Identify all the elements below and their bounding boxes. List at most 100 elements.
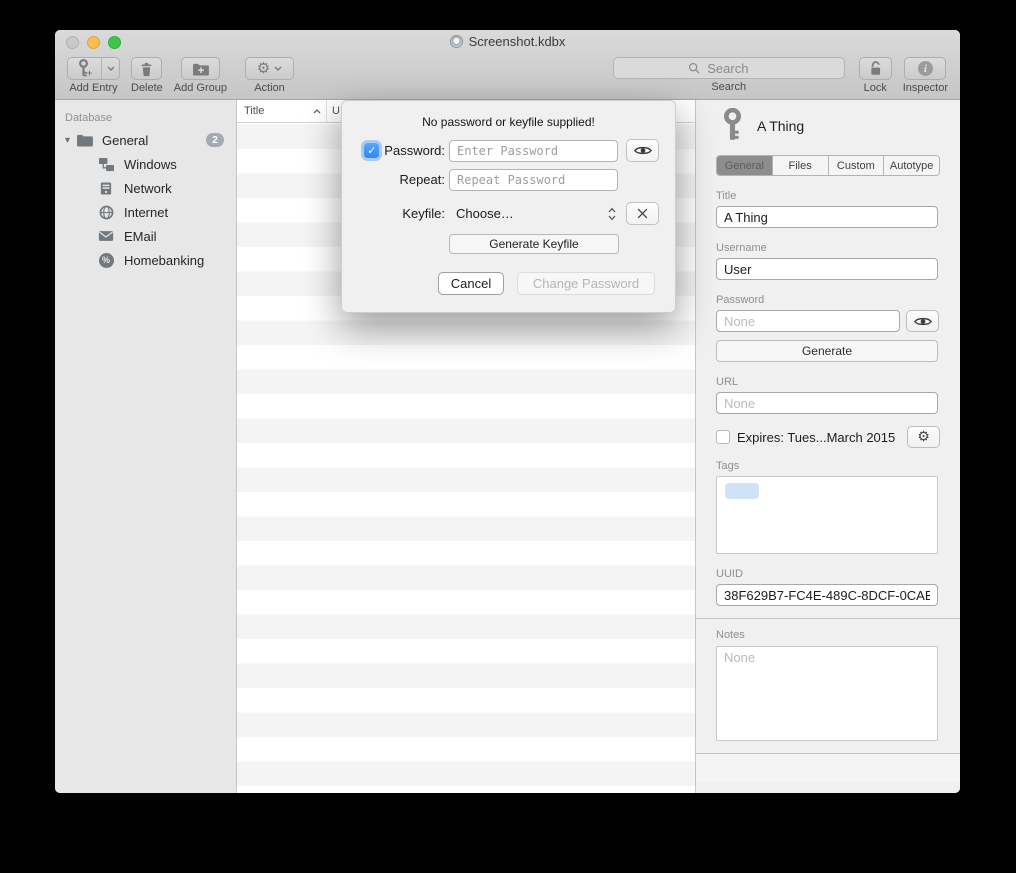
title-field[interactable] bbox=[716, 206, 938, 228]
clear-keyfile-button[interactable] bbox=[626, 202, 659, 225]
tag-token[interactable] bbox=[725, 483, 759, 499]
change-password-button[interactable]: Change Password bbox=[517, 272, 655, 295]
action-button[interactable]: ⚙ bbox=[245, 57, 294, 80]
dialog-message: No password or keyfile supplied! bbox=[342, 115, 675, 129]
sidebar-item-internet[interactable]: Internet bbox=[55, 200, 236, 224]
window-title-area: Screenshot.kdbx bbox=[55, 34, 960, 49]
sidebar-section-header: Database bbox=[55, 100, 236, 128]
lock-open-icon bbox=[868, 60, 883, 77]
expires-settings-button[interactable]: ⚙ bbox=[907, 426, 940, 448]
lock-button[interactable] bbox=[859, 57, 892, 80]
dialog-password-row: ✓ Password: bbox=[342, 139, 675, 162]
chevron-down-icon bbox=[107, 66, 115, 71]
tab-custom[interactable]: Custom bbox=[829, 156, 885, 175]
windows-network-icon bbox=[97, 156, 115, 172]
eye-icon bbox=[914, 316, 932, 327]
stepper-icon bbox=[608, 207, 616, 221]
password-field-label: Password bbox=[716, 294, 940, 306]
show-password-button[interactable] bbox=[626, 139, 659, 162]
delete-label: Delete bbox=[131, 82, 163, 94]
expires-checkbox[interactable] bbox=[716, 430, 730, 444]
uuid-field[interactable] bbox=[716, 584, 938, 606]
inspector-label: Inspector bbox=[903, 82, 948, 94]
generate-keyfile-button[interactable]: Generate Keyfile bbox=[449, 234, 619, 254]
repeat-password-input[interactable] bbox=[449, 169, 618, 191]
sidebar-item-email[interactable]: EMail bbox=[55, 224, 236, 248]
search-label: Search bbox=[711, 81, 746, 93]
url-field[interactable] bbox=[716, 392, 938, 414]
eye-icon bbox=[634, 145, 652, 156]
inspector-button[interactable]: i bbox=[904, 57, 946, 80]
username-field[interactable] bbox=[716, 258, 938, 280]
password-field[interactable] bbox=[716, 310, 900, 332]
key-plus-icon: + bbox=[68, 58, 101, 79]
folder-plus-icon bbox=[192, 62, 209, 76]
search-input[interactable] bbox=[705, 60, 769, 77]
notes-label: Notes bbox=[716, 629, 940, 641]
reveal-password-button[interactable] bbox=[906, 310, 939, 332]
add-group-button[interactable] bbox=[181, 57, 220, 80]
toolbar: + Add Entry Delete bbox=[55, 55, 960, 100]
dialog-repeat-row: Repeat: bbox=[342, 168, 675, 191]
uuid-label: UUID bbox=[716, 568, 940, 580]
folder-icon bbox=[75, 132, 93, 148]
close-x-icon bbox=[637, 208, 648, 219]
add-entry-item: + Add Entry bbox=[67, 57, 120, 94]
change-password-dialog: No password or keyfile supplied! ✓ Passw… bbox=[341, 100, 676, 313]
expires-row: Expires: Tues...March 2015 ⚙ bbox=[716, 426, 940, 448]
window-title: Screenshot.kdbx bbox=[469, 34, 566, 49]
password-checkbox-group: ✓ Password: bbox=[342, 143, 445, 158]
keyfile-popup[interactable]: Choose… bbox=[449, 206, 618, 221]
search-field[interactable] bbox=[613, 57, 845, 79]
inspector-footer bbox=[696, 754, 960, 782]
info-icon: i bbox=[918, 61, 933, 76]
generate-password-button[interactable]: Generate bbox=[716, 340, 938, 362]
tab-autotype[interactable]: Autotype bbox=[884, 156, 939, 175]
gear-icon: ⚙ bbox=[917, 430, 930, 444]
sidebar-item-label: Windows bbox=[124, 157, 177, 172]
window-chrome: Screenshot.kdbx + Add Entry bbox=[55, 30, 960, 100]
sidebar-item-general[interactable]: ▾ General 2 bbox=[55, 128, 236, 152]
gear-icon: ⚙ bbox=[257, 61, 270, 76]
action-item: ⚙ Action bbox=[245, 57, 294, 94]
entry-title: A Thing bbox=[757, 118, 804, 134]
column-username-label: U bbox=[332, 105, 340, 117]
check-icon: ✓ bbox=[367, 144, 376, 157]
sidebar-item-label: General bbox=[102, 133, 148, 148]
add-entry-button[interactable]: + bbox=[67, 57, 120, 80]
tab-files[interactable]: Files bbox=[773, 156, 829, 175]
username-field-label: Username bbox=[716, 242, 940, 254]
title-field-label: Title bbox=[716, 190, 940, 202]
sidebar-item-label: Network bbox=[124, 181, 172, 196]
delete-item: Delete bbox=[131, 57, 163, 94]
server-icon bbox=[97, 180, 115, 196]
tags-field[interactable] bbox=[716, 476, 938, 554]
key-icon bbox=[722, 108, 743, 143]
lock-item: Lock bbox=[859, 57, 892, 94]
sidebar: Database ▾ General 2 Windows bbox=[55, 100, 237, 793]
add-entry-dropdown[interactable] bbox=[102, 58, 119, 79]
password-checkbox[interactable]: ✓ bbox=[364, 143, 379, 158]
plus-glyph: + bbox=[87, 68, 92, 78]
add-group-label: Add Group bbox=[174, 82, 227, 94]
delete-button[interactable] bbox=[131, 57, 162, 80]
tab-general[interactable]: General bbox=[717, 156, 773, 175]
sidebar-item-label: EMail bbox=[124, 229, 157, 244]
sidebar-item-label: Homebanking bbox=[124, 253, 204, 268]
notes-field[interactable] bbox=[716, 646, 938, 741]
sidebar-item-homebanking[interactable]: % Homebanking bbox=[55, 248, 236, 272]
column-header-username[interactable]: U bbox=[327, 105, 340, 117]
column-header-title[interactable]: Title bbox=[237, 100, 327, 122]
disclosure-triangle-icon[interactable]: ▾ bbox=[65, 135, 75, 146]
cancel-button[interactable]: Cancel bbox=[438, 272, 504, 295]
envelope-icon bbox=[97, 228, 115, 244]
desktop-background: Screenshot.kdbx + Add Entry bbox=[0, 0, 1016, 873]
sidebar-item-windows[interactable]: Windows bbox=[55, 152, 236, 176]
sidebar-item-network[interactable]: Network bbox=[55, 176, 236, 200]
divider bbox=[696, 618, 960, 619]
action-label: Action bbox=[254, 82, 285, 94]
inspector-header: A Thing bbox=[722, 108, 960, 143]
enter-password-input[interactable] bbox=[449, 140, 618, 162]
sort-ascending-icon bbox=[313, 109, 321, 114]
inspector-panel: A Thing General Files Custom Autotype Ti… bbox=[696, 100, 960, 793]
